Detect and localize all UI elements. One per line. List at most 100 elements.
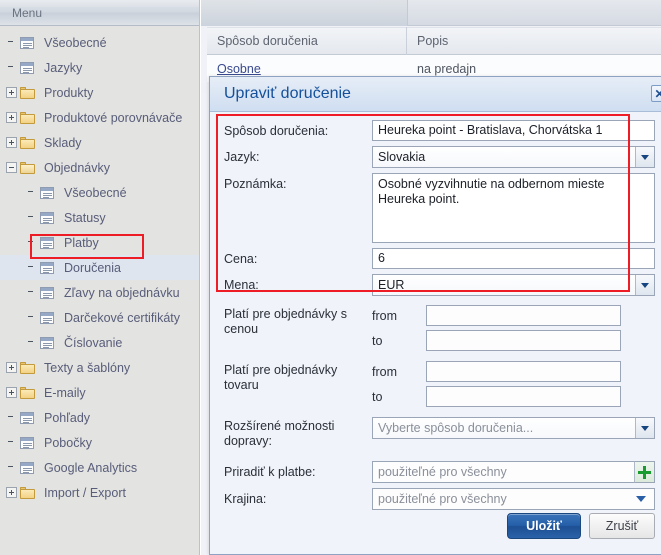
dialog-button-bar: Uložiť Zrušiť — [507, 513, 655, 539]
spacer — [6, 462, 17, 473]
label-orders-goods-from: from — [372, 364, 397, 379]
sidebar-item-produkty[interactable]: Produkty — [0, 80, 199, 105]
icon-wrapper — [20, 61, 38, 74]
grid-cell-method-link[interactable]: Osobne — [217, 62, 261, 76]
sidebar-item-label: Google Analytics — [44, 460, 138, 475]
sidebar-item-e-maily[interactable]: E-maily — [0, 380, 199, 405]
sidebar-item-platby[interactable]: Platby — [0, 230, 199, 255]
assign-payment-placeholder: použiteľné pro všechny — [378, 465, 507, 479]
chevron-down-icon[interactable] — [631, 489, 650, 509]
expand-icon[interactable] — [6, 487, 17, 498]
control-orders-price: from to — [372, 305, 655, 355]
document-icon — [40, 336, 54, 349]
field-row-price: Cena: 6 — [210, 248, 661, 269]
sidebar-item-sklady[interactable]: Sklady — [0, 130, 199, 155]
spacer — [6, 412, 17, 423]
sidebar-item-doru-enia[interactable]: Doručenia — [0, 255, 199, 280]
plus-icon[interactable] — [634, 461, 655, 483]
spacer — [6, 437, 17, 448]
sidebar-item-label: E-maily — [44, 385, 86, 400]
expand-icon[interactable] — [6, 362, 17, 373]
country-select[interactable]: použiteľné pro všechny — [372, 488, 655, 510]
language-select-value: Slovakia — [378, 150, 426, 164]
orders-goods-to-input[interactable] — [426, 386, 621, 407]
sidebar-item-import-export[interactable]: Import / Export — [0, 480, 199, 505]
orders-price-from-input[interactable] — [426, 305, 621, 326]
language-select[interactable]: Slovakia — [372, 146, 655, 168]
sidebar-item-label: Zľavy na objednávku — [64, 285, 180, 300]
orders-goods-from-input[interactable] — [426, 361, 621, 382]
sidebar-item-produktov-porovn-va-e[interactable]: Produktové porovnávače — [0, 105, 199, 130]
icon-wrapper — [20, 361, 38, 374]
document-icon — [40, 286, 54, 299]
document-icon — [40, 236, 54, 249]
icon-wrapper — [40, 336, 58, 349]
cancel-button[interactable]: Zrušiť — [589, 513, 655, 539]
sidebar-item-z-avy-na-objedn-vku[interactable]: Zľavy na objednávku — [0, 280, 199, 305]
spacer — [6, 62, 17, 73]
label-assign-payment: Priradiť k platbe: — [224, 465, 316, 479]
label-orders-price-to: to — [372, 333, 383, 348]
expand-icon[interactable] — [6, 137, 17, 148]
sidebar-item-objedn-vky[interactable]: Objednávky — [0, 155, 199, 180]
price-input[interactable]: 6 — [372, 248, 655, 269]
document-icon — [40, 261, 54, 274]
orders-goods-from-row: from — [372, 361, 655, 382]
icon-wrapper — [20, 486, 38, 499]
spacer — [26, 312, 37, 323]
grid-column-header-description[interactable]: Popis — [407, 27, 661, 55]
extended-shipping-select[interactable]: Vyberte spôsob doručenia... — [372, 417, 655, 439]
icon-wrapper — [20, 86, 38, 99]
menu-sidebar: Menu Všeobecné Jazyky Produkty Produktové p… — [0, 0, 200, 555]
sidebar-item-slovanie[interactable]: Číslovanie — [0, 330, 199, 355]
sidebar-item-label: Doručenia — [64, 260, 121, 275]
sidebar-item-v-eobecn[interactable]: Všeobecné — [0, 30, 199, 55]
control-language: Slovakia — [372, 146, 655, 168]
icon-wrapper — [20, 411, 38, 424]
field-row-country: Krajina: použiteľné pro všechny — [210, 488, 661, 510]
collapse-icon[interactable] — [6, 162, 17, 173]
control-extended-shipping: Vyberte spôsob doručenia... — [372, 417, 655, 439]
sidebar-item-label: Import / Export — [44, 485, 126, 500]
content-toolbar — [201, 0, 661, 26]
spacer — [26, 212, 37, 223]
sidebar-item-google-analytics[interactable]: Google Analytics — [0, 455, 199, 480]
folder-icon — [20, 86, 35, 99]
menu-header: Menu — [0, 0, 199, 26]
spacer — [26, 287, 37, 298]
expand-icon[interactable] — [6, 387, 17, 398]
note-textarea[interactable]: Osobné vyzvihnutie na odbernom mieste He… — [372, 173, 655, 243]
chevron-down-icon[interactable] — [635, 418, 654, 438]
sidebar-item-statusy[interactable]: Statusy — [0, 205, 199, 230]
label-orders-goods: Platí pre objednávky tovaru — [224, 363, 338, 392]
sidebar-item-texty-a-abl-ny[interactable]: Texty a šablóny — [0, 355, 199, 380]
close-icon[interactable]: ✕ — [651, 85, 661, 102]
orders-price-to-input[interactable] — [426, 330, 621, 351]
sidebar-item-v-eobecn[interactable]: Všeobecné — [0, 180, 199, 205]
delivery-method-input[interactable]: Heureka point - Bratislava, Chorvátska 1 — [372, 120, 655, 141]
folder-open-icon — [20, 161, 35, 174]
save-button[interactable]: Uložiť — [507, 513, 581, 539]
chevron-down-icon[interactable] — [635, 275, 654, 295]
dialog-titlebar: Upraviť doručenie ✕ — [210, 77, 661, 112]
sidebar-item-poh-ady[interactable]: Pohľady — [0, 405, 199, 430]
sidebar-item-label: Sklady — [44, 135, 82, 150]
sidebar-item-pobo-ky[interactable]: Pobočky — [0, 430, 199, 455]
grid-column-header-method[interactable]: Spôsob doručenia — [207, 27, 407, 55]
currency-select[interactable]: EUR — [372, 274, 655, 296]
chevron-down-icon[interactable] — [635, 147, 654, 167]
document-icon — [20, 461, 34, 474]
assign-payment-select[interactable]: použiteľné pro všechny — [372, 461, 655, 483]
dialog-title: Upraviť doručenie — [224, 85, 351, 102]
expand-icon[interactable] — [6, 112, 17, 123]
expand-icon[interactable] — [6, 87, 17, 98]
control-delivery-method: Heureka point - Bratislava, Chorvátska 1 — [372, 120, 655, 141]
sidebar-item-dar-ekov-certifik-ty[interactable]: Darčekové certifikáty — [0, 305, 199, 330]
sidebar-item-label: Produkty — [44, 85, 94, 100]
sidebar-item-jazyky[interactable]: Jazyky — [0, 55, 199, 80]
field-row-orders-price: Platí pre objednávky s cenou from to — [210, 305, 661, 355]
sidebar-item-label: Všeobecné — [64, 185, 127, 200]
label-delivery-method: Spôsob doručenia: — [224, 124, 329, 138]
label-orders-goods-to: to — [372, 389, 383, 404]
sidebar-item-label: Jazyky — [44, 60, 83, 75]
